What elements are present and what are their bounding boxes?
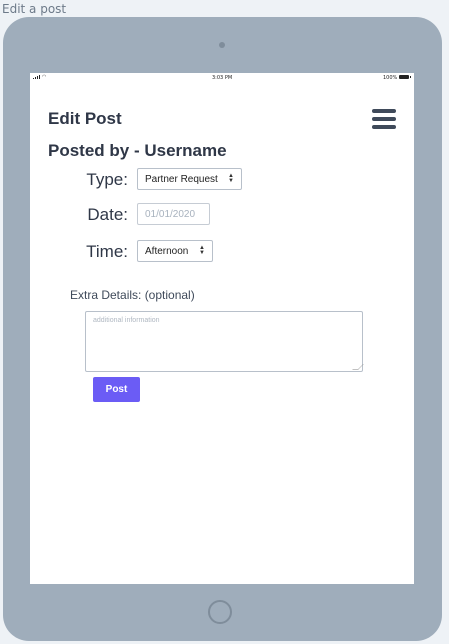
- status-bar: ◠ 3:03 PM 100%: [30, 73, 414, 83]
- time-select[interactable]: Afternoon ▲ ▼: [137, 240, 213, 262]
- home-button[interactable]: [208, 600, 232, 624]
- frame-label: Edit a post: [2, 2, 67, 16]
- time-label: Time:: [86, 242, 128, 261]
- date-label: Date:: [87, 205, 128, 224]
- camera-icon: [219, 42, 225, 48]
- app-screen: ◠ 3:03 PM 100% Edit Post Posted by - Use…: [30, 73, 414, 584]
- hamburger-menu-icon[interactable]: [372, 109, 396, 129]
- select-arrows-icon: ▲ ▼: [199, 245, 205, 256]
- battery-percent: 100%: [383, 75, 398, 81]
- time-select-value: Afternoon: [145, 245, 189, 257]
- date-input[interactable]: 01/01/2020: [137, 203, 210, 225]
- type-select-value: Partner Request: [145, 173, 218, 185]
- wifi-icon: ◠: [42, 74, 47, 80]
- select-arrows-icon: ▲ ▼: [228, 173, 234, 184]
- posted-by-heading: Posted by - Username: [48, 141, 227, 160]
- resize-grip-icon[interactable]: [352, 364, 364, 370]
- date-input-placeholder: 01/01/2020: [145, 208, 196, 220]
- page-title: Edit Post: [48, 109, 122, 128]
- extra-details-label: Extra Details: (optional): [70, 288, 195, 302]
- extra-details-textarea[interactable]: additional information: [85, 311, 364, 372]
- type-select[interactable]: Partner Request ▲ ▼: [137, 168, 242, 190]
- status-time: 3:03 PM: [212, 75, 233, 81]
- extra-details-placeholder: additional information: [93, 317, 160, 324]
- battery-icon: [399, 75, 411, 79]
- signal-icon: [33, 75, 40, 79]
- type-label: Type:: [86, 170, 128, 189]
- tablet-device: ◠ 3:03 PM 100% Edit Post Posted by - Use…: [3, 17, 442, 641]
- post-button[interactable]: Post: [93, 377, 140, 402]
